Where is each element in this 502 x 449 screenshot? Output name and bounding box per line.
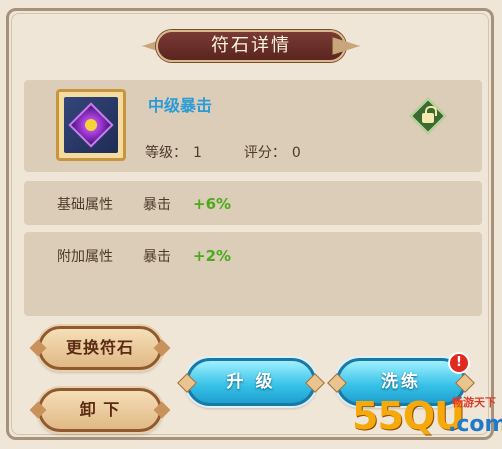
upgrade-button[interactable]: 升 级 bbox=[186, 358, 316, 406]
base-attribute-label: 基础属性 bbox=[57, 197, 113, 213]
score-label: 评分： bbox=[243, 145, 286, 161]
unlock-toggle[interactable] bbox=[409, 97, 447, 135]
watermark-domain: .com bbox=[448, 412, 502, 437]
base-attribute-row: 基础属性 暴击 +6% bbox=[57, 194, 231, 214]
level-label: 等级： bbox=[145, 145, 187, 161]
open-lock-icon bbox=[422, 113, 434, 123]
rune-name: 中级暴击 bbox=[148, 96, 213, 115]
rune-icon-background bbox=[64, 97, 118, 153]
panel-title: 符石详情 bbox=[211, 35, 291, 56]
base-attribute-value: +6% bbox=[193, 195, 232, 213]
rune-stats: 等级： 1 评分： 0 bbox=[145, 142, 307, 162]
score-value: 0 bbox=[291, 145, 301, 161]
level-value: 1 bbox=[193, 145, 202, 161]
base-attribute-box: 基础属性 暴击 +6% bbox=[24, 181, 482, 225]
unequip-button[interactable]: 卸 下 bbox=[38, 388, 162, 432]
watermark-tagline: 畅游天下 bbox=[452, 396, 496, 409]
extra-attribute-value: +2% bbox=[193, 247, 232, 265]
refine-alert-badge: ! bbox=[448, 352, 470, 374]
gem-core bbox=[82, 116, 100, 134]
title-banner: 符石详情 bbox=[142, 27, 360, 65]
site-watermark: 55QU 畅游天下 .com bbox=[352, 388, 502, 446]
extra-attribute-label: 附加属性 bbox=[57, 249, 113, 265]
extra-attribute-row: 附加属性 暴击 +2% bbox=[57, 246, 231, 266]
purple-rune-gem-icon bbox=[68, 102, 114, 148]
replace-rune-button[interactable]: 更换符石 bbox=[38, 326, 162, 370]
extra-attribute-box: 附加属性 暴击 +2% bbox=[24, 232, 482, 316]
extra-attribute-stat: 暴击 bbox=[143, 249, 171, 265]
rune-icon-frame[interactable] bbox=[56, 89, 126, 161]
rune-info-box: 中级暴击 等级： 1 评分： 0 bbox=[24, 80, 482, 172]
base-attribute-stat: 暴击 bbox=[143, 197, 171, 213]
